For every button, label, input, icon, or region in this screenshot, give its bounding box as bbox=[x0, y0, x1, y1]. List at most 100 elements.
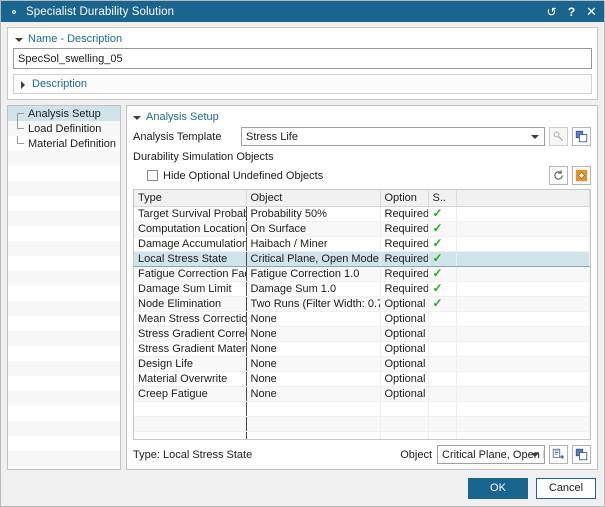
cell-type: Node Elimination bbox=[134, 296, 247, 312]
table-empty-row bbox=[134, 416, 590, 432]
table-row[interactable]: Design Life None Optional bbox=[134, 356, 590, 372]
column-header-type[interactable]: Type bbox=[134, 190, 247, 207]
sidebar-item-load-definition[interactable]: Load Definition bbox=[8, 121, 120, 136]
durability-objects-table-wrap[interactable]: Type Object Option S.. Target Survival P… bbox=[133, 189, 591, 440]
table-row[interactable]: Stress Gradient Material None Optional bbox=[134, 341, 590, 357]
cell-object: None bbox=[246, 356, 381, 372]
analysis-template-value: Stress Life bbox=[246, 130, 298, 143]
analysis-template-dropdown[interactable]: Stress Life bbox=[241, 127, 545, 146]
cell-status bbox=[428, 371, 457, 387]
reset-icon[interactable]: ↺ bbox=[543, 3, 560, 21]
help-icon[interactable]: ? bbox=[563, 3, 580, 21]
tree-empty-row bbox=[8, 256, 120, 271]
cell-type: Target Survival Probability bbox=[134, 206, 247, 222]
cell-object: None bbox=[246, 371, 381, 387]
analysis-setup-panel: Analysis Setup Analysis Template Stress … bbox=[126, 105, 598, 470]
table-row[interactable]: Target Survival Probability Probability … bbox=[134, 206, 590, 222]
cell-status: ✓ bbox=[428, 281, 457, 297]
tree-empty-row bbox=[8, 241, 120, 256]
sidebar-item-label: Material Definition bbox=[28, 137, 117, 150]
cell-type bbox=[134, 401, 247, 417]
tree-empty-row bbox=[8, 436, 120, 451]
cell-type: Design Life bbox=[134, 356, 247, 372]
hide-optional-checkbox[interactable] bbox=[147, 170, 158, 181]
sidebar-item-material-definition[interactable]: Material Definition bbox=[8, 136, 120, 151]
analysis-setup-header[interactable]: Analysis Setup bbox=[133, 110, 591, 126]
tree-empty-row bbox=[8, 226, 120, 241]
cell-status: ✓ bbox=[428, 221, 457, 237]
cell-type: Fatigue Correction Factor bbox=[134, 266, 247, 282]
check-icon: ✓ bbox=[432, 221, 443, 235]
name-description-header[interactable]: Name - Description bbox=[13, 32, 592, 48]
object-label: Object bbox=[400, 448, 432, 461]
check-icon: ✓ bbox=[432, 251, 443, 265]
analysis-template-label: Analysis Template bbox=[133, 130, 222, 143]
analysis-template-row: Analysis Template Stress Life bbox=[133, 127, 591, 146]
cell-type: Stress Gradient Correction bbox=[134, 326, 247, 342]
column-header-option[interactable]: Option bbox=[380, 190, 429, 207]
hide-optional-row: Hide Optional Undefined Objects bbox=[133, 166, 591, 185]
cell-object: None bbox=[246, 341, 381, 357]
edit-object-icon[interactable] bbox=[572, 166, 591, 185]
table-row[interactable]: Mean Stress Correction None Optional bbox=[134, 311, 590, 327]
description-collapsible[interactable]: Description bbox=[13, 74, 592, 94]
cell-filler bbox=[456, 250, 590, 267]
table-row[interactable]: Damage Sum Limit Damage Sum 1.0 Required… bbox=[134, 281, 590, 297]
cancel-button[interactable]: Cancel bbox=[536, 477, 596, 499]
tree-empty-row bbox=[8, 451, 120, 466]
tree-empty-row bbox=[8, 316, 120, 331]
durability-objects-table: Type Object Option S.. Target Survival P… bbox=[134, 190, 590, 439]
name-description-group: Name - Description Description bbox=[7, 27, 598, 100]
cell-status bbox=[428, 416, 457, 432]
cell-filler bbox=[456, 281, 590, 297]
name-input[interactable] bbox=[13, 48, 592, 69]
sidebar-item-analysis-setup[interactable]: Analysis Setup bbox=[8, 106, 120, 121]
cell-object: Two Runs (Filter Width: 0.7 / 0.3) bbox=[246, 296, 381, 312]
selected-type-text: Type: Local Stress State bbox=[133, 448, 253, 461]
copy-object-icon[interactable] bbox=[572, 445, 591, 464]
column-header-object[interactable]: Object bbox=[246, 190, 381, 207]
select-object-icon[interactable] bbox=[549, 445, 568, 464]
tree-empty-row bbox=[8, 286, 120, 301]
table-body: Target Survival Probability Probability … bbox=[134, 206, 590, 439]
table-row-selected[interactable]: Local Stress State Critical Plane, Open … bbox=[134, 250, 590, 267]
close-icon[interactable]: ✕ bbox=[583, 3, 600, 21]
copy-template-icon[interactable] bbox=[572, 127, 591, 146]
cell-type: Damage Accumulation bbox=[134, 236, 247, 252]
reset-objects-icon[interactable] bbox=[549, 166, 568, 185]
cell-object bbox=[246, 431, 381, 439]
analysis-setup-header-label: Analysis Setup bbox=[146, 111, 219, 123]
object-dropdown[interactable]: Critical Plane, Open M bbox=[437, 445, 545, 464]
edit-template-icon[interactable] bbox=[549, 127, 568, 146]
check-icon: ✓ bbox=[432, 281, 443, 295]
table-row[interactable]: Creep Fatigue None Optional bbox=[134, 386, 590, 402]
cell-status: ✓ bbox=[428, 250, 457, 267]
table-row[interactable]: Fatigue Correction Factor Fatigue Correc… bbox=[134, 266, 590, 282]
table-row[interactable]: Material Overwrite None Optional bbox=[134, 371, 590, 387]
cell-type bbox=[134, 416, 247, 432]
column-header-filler bbox=[456, 190, 590, 207]
tree-empty-row bbox=[8, 151, 120, 166]
cell-filler bbox=[456, 401, 590, 417]
cell-type: Computation Location bbox=[134, 221, 247, 237]
gear-icon bbox=[7, 5, 21, 19]
tree-empty-row bbox=[8, 361, 120, 376]
cell-type: Damage Sum Limit bbox=[134, 281, 247, 297]
column-header-status[interactable]: S.. bbox=[428, 190, 457, 207]
check-icon: ✓ bbox=[432, 236, 443, 250]
table-row[interactable]: Stress Gradient Correction None Optional bbox=[134, 326, 590, 342]
table-row[interactable]: Damage Accumulation Haibach / Miner Requ… bbox=[134, 236, 590, 252]
cell-option bbox=[380, 431, 429, 439]
name-description-header-label: Name - Description bbox=[28, 33, 123, 45]
cell-option: Optional bbox=[380, 326, 429, 342]
table-row[interactable]: Computation Location On Surface Required… bbox=[134, 221, 590, 237]
cell-filler bbox=[456, 236, 590, 252]
sidebar-item-label: Load Definition bbox=[28, 122, 102, 135]
ok-button[interactable]: OK bbox=[468, 477, 528, 499]
cell-option: Required bbox=[380, 250, 429, 267]
tree-empty-row bbox=[8, 466, 120, 469]
cell-object bbox=[246, 401, 381, 417]
table-row[interactable]: Node Elimination Two Runs (Filter Width:… bbox=[134, 296, 590, 312]
cell-status: ✓ bbox=[428, 266, 457, 282]
cell-type: Mean Stress Correction bbox=[134, 311, 247, 327]
